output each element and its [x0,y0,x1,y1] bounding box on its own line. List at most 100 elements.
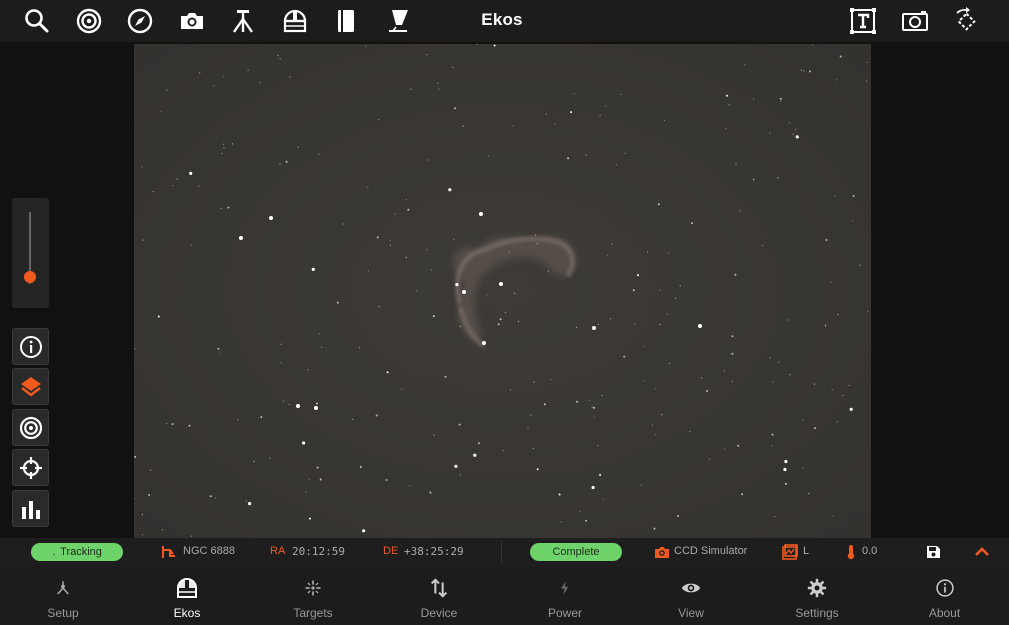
star [407,208,410,211]
star [836,79,838,81]
capture-frame-icon[interactable] [898,4,932,38]
star [668,362,671,365]
star [839,55,842,58]
star [285,160,288,163]
star [237,419,239,421]
info-icon [19,335,42,358]
star [865,80,868,82]
star [305,491,307,493]
nav-item-settings[interactable]: Settings [754,566,880,625]
star [214,497,216,499]
star [190,535,192,537]
star [735,163,737,165]
nav-label-setup: Setup [47,606,79,620]
star [837,314,839,316]
nav-item-setup[interactable]: Setup [0,566,126,625]
star [160,110,162,112]
star [592,406,595,409]
bright-star [698,324,702,328]
target-icon[interactable] [72,4,106,38]
nav-label-view: View [678,606,704,620]
sky-image[interactable] [134,44,871,538]
nav-item-device[interactable]: Device [376,566,502,625]
star [784,482,787,485]
crosshair-button[interactable] [12,449,49,486]
nav-item-targets[interactable]: Targets [250,566,376,625]
gear-icon [807,578,827,598]
star [809,70,811,73]
star [724,448,726,450]
nav-item-view[interactable]: View [628,566,754,625]
nav-item-power[interactable]: Power [502,566,628,625]
star [453,238,455,240]
star [318,333,320,335]
star [593,416,595,418]
book-icon[interactable] [329,4,363,38]
star [803,70,805,72]
star [778,361,780,363]
histogram-button[interactable] [12,490,49,527]
star [172,184,174,187]
star [277,54,279,57]
star [497,323,500,326]
star [859,264,861,266]
camera-icon[interactable] [175,4,209,38]
star [615,164,617,166]
info-button[interactable] [12,328,49,365]
star [825,239,828,241]
star [737,444,740,447]
star [386,371,389,374]
star [832,515,834,517]
tripod-icon[interactable] [226,4,260,38]
star [513,292,516,294]
star [842,394,844,397]
star [691,222,693,225]
star [689,431,691,433]
text-annotation-icon[interactable] [846,4,880,38]
search-icon[interactable] [20,4,54,38]
star [487,155,490,157]
nav-item-ekos[interactable]: Ekos [124,566,250,625]
bottom-navigation: Setup Ekos Targets Device Power View Set… [0,566,1009,625]
star [597,323,599,325]
star [308,479,310,481]
chevron-up-icon[interactable] [974,544,990,560]
telescope-icon[interactable] [381,4,415,38]
star [585,154,587,156]
star [640,484,642,486]
compass-icon[interactable] [123,4,157,38]
rotate-icon[interactable] [949,4,983,38]
star [547,270,550,272]
star [309,517,311,520]
star [831,389,833,391]
save-icon[interactable] [925,544,941,560]
target-button[interactable] [12,409,49,446]
zoom-slider-handle[interactable] [24,270,36,283]
star [362,529,366,533]
star [808,492,810,495]
nav-item-about[interactable]: About [880,566,1009,625]
star [536,243,538,245]
star [543,403,546,406]
star [723,370,725,372]
star [761,244,764,247]
target-name: NGC 6888 [183,545,235,557]
star [157,315,160,318]
star [217,347,220,350]
observatory-icon[interactable] [278,4,312,38]
bright-star [499,282,503,286]
star [643,380,645,382]
layers-button[interactable] [12,368,49,405]
star [741,493,744,496]
star [725,128,727,130]
star [771,433,774,436]
star [279,163,281,165]
zoom-slider[interactable] [12,198,49,308]
star [189,171,193,175]
star [269,457,271,459]
setup-icon [57,581,69,595]
star [315,402,318,405]
star [517,320,520,322]
star [560,521,562,523]
star [655,388,657,390]
